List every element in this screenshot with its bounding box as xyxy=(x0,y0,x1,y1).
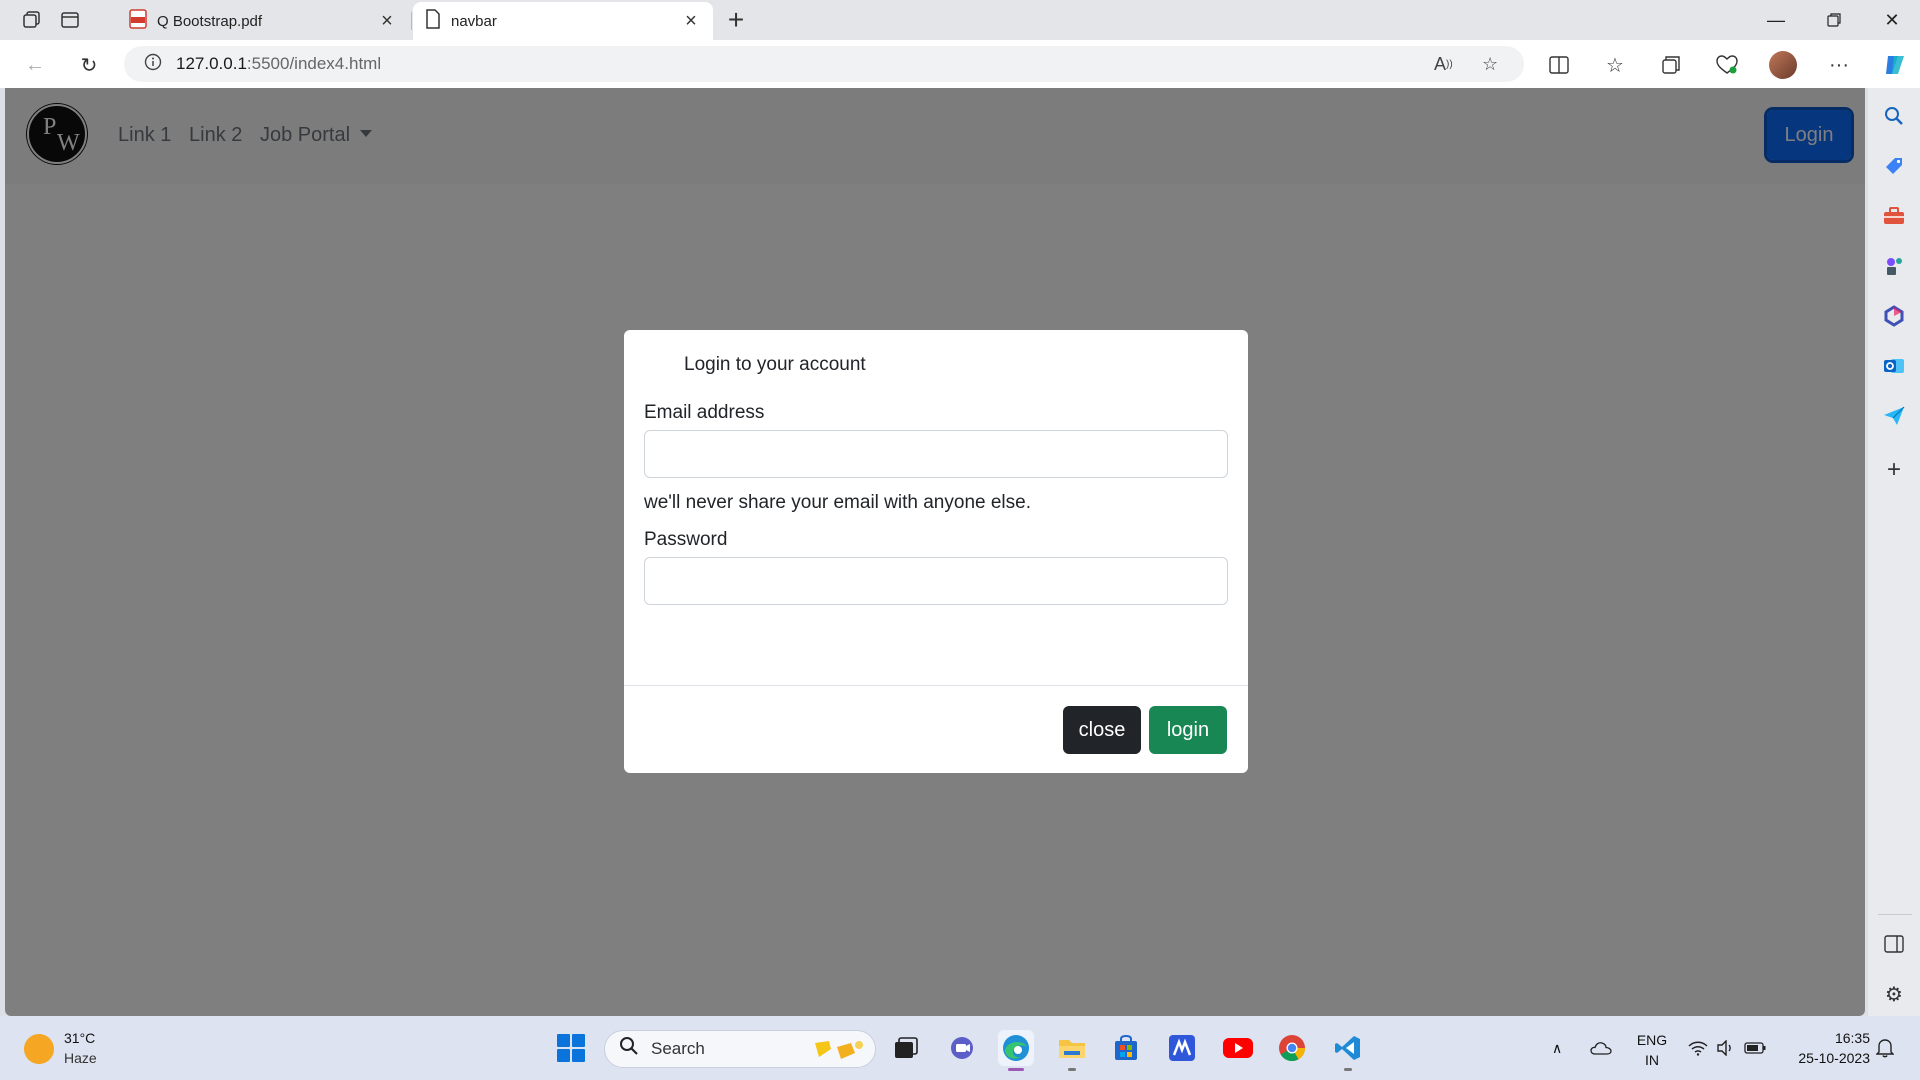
workspaces-icon[interactable] xyxy=(16,6,48,34)
favorite-star-icon[interactable]: ☆ xyxy=(1482,46,1498,82)
address-bar[interactable]: 127.0.0.1:5500/index4.html A)) ☆ xyxy=(124,46,1524,82)
weather-temperature[interactable]: 31°C xyxy=(64,1030,95,1046)
url-path: :5500/index4.html xyxy=(246,54,382,73)
show-hidden-icons-chevron-icon[interactable]: ∧ xyxy=(1552,1016,1562,1080)
onedrive-cloud-icon[interactable] xyxy=(1590,1016,1612,1080)
settings-more-icon[interactable]: ··· xyxy=(1824,50,1854,80)
browser-toolbar: ← ↻ 127.0.0.1:5500/index4.html A)) ☆ ☆ ·… xyxy=(0,40,1920,88)
sidebar-divider xyxy=(1878,914,1912,915)
games-chess-icon[interactable] xyxy=(1880,252,1908,280)
email-field[interactable] xyxy=(644,430,1228,478)
weather-condition[interactable]: Haze xyxy=(64,1050,97,1066)
outlook-icon[interactable] xyxy=(1880,352,1908,380)
vscode-icon[interactable] xyxy=(1330,1030,1366,1071)
page-viewport: P W Link 1 Link 2 Job Portal Login Login… xyxy=(5,88,1865,1016)
file-explorer-icon[interactable] xyxy=(1054,1030,1090,1071)
refresh-icon[interactable]: ↻ xyxy=(74,50,104,80)
read-aloud-icon[interactable]: A)) xyxy=(1434,46,1453,82)
volume-icon[interactable] xyxy=(1716,1016,1734,1080)
pdf-icon xyxy=(129,9,147,33)
windows-start-icon[interactable] xyxy=(553,1030,589,1066)
email-help-text: we'll never share your email with anyone… xyxy=(644,492,1031,513)
password-field[interactable] xyxy=(644,557,1228,605)
taskbar-search[interactable]: Search xyxy=(604,1030,876,1068)
tab-separator xyxy=(411,12,412,30)
tab-bootstrap-pdf[interactable]: Q Bootstrap.pdf × xyxy=(117,2,409,40)
split-screen-icon[interactable] xyxy=(1544,50,1574,80)
login-button[interactable]: login xyxy=(1149,706,1227,754)
clock-time: 16:35 xyxy=(1834,1030,1870,1046)
favorites-icon[interactable]: ☆ xyxy=(1600,50,1630,80)
password-label: Password xyxy=(644,529,728,550)
modal-footer: close login xyxy=(624,685,1248,773)
shopping-tag-icon[interactable] xyxy=(1880,152,1908,180)
app-m-icon[interactable] xyxy=(1164,1030,1200,1066)
tab-navbar[interactable]: navbar × xyxy=(413,2,713,40)
system-clock[interactable]: 16:35 25-10-2023 xyxy=(1780,1028,1870,1068)
sidebar-settings-gear-icon[interactable]: ⚙ xyxy=(1880,980,1908,1008)
close-tab-icon[interactable]: × xyxy=(681,10,701,33)
search-icon xyxy=(619,1036,641,1062)
task-view-icon[interactable] xyxy=(888,1030,924,1066)
browser-essentials-icon[interactable] xyxy=(1712,50,1742,80)
battery-icon[interactable] xyxy=(1744,1016,1766,1080)
search-icon[interactable] xyxy=(1880,102,1908,130)
close-window-icon[interactable]: ✕ xyxy=(1864,0,1920,40)
url-host: 127.0.0.1 xyxy=(176,54,247,73)
microsoft-365-icon[interactable] xyxy=(1880,302,1908,330)
close-tab-icon[interactable]: × xyxy=(377,10,397,33)
browser-tab-strip: Q Bootstrap.pdf × navbar × + — ✕ xyxy=(0,0,1920,40)
info-icon[interactable] xyxy=(144,53,162,76)
tab-actions-icon[interactable] xyxy=(54,6,86,34)
copilot-icon[interactable] xyxy=(1880,50,1910,80)
profile-avatar[interactable] xyxy=(1768,50,1798,80)
email-label: Email address xyxy=(644,402,765,423)
windows-taskbar: 31°C Haze Search ∧ ENG IN 16:35 25-10-20… xyxy=(0,1016,1920,1080)
tab-title: Q Bootstrap.pdf xyxy=(157,12,263,30)
login-modal: Login to your account Email address we'l… xyxy=(624,330,1248,773)
new-tab-button[interactable]: + xyxy=(720,4,752,36)
youtube-icon[interactable] xyxy=(1220,1030,1256,1066)
tools-briefcase-icon[interactable] xyxy=(1880,202,1908,230)
notifications-bell-icon[interactable] xyxy=(1876,1016,1894,1080)
clock-date: 25-10-2023 xyxy=(1798,1050,1870,1066)
weather-haze-icon[interactable] xyxy=(24,1034,54,1064)
restore-icon[interactable] xyxy=(1806,0,1862,40)
sidebar-panel-icon[interactable] xyxy=(1880,930,1908,958)
edge-browser-icon[interactable] xyxy=(998,1030,1034,1071)
close-button[interactable]: close xyxy=(1063,706,1141,754)
wifi-icon[interactable] xyxy=(1688,1016,1708,1080)
chrome-icon[interactable] xyxy=(1274,1030,1310,1066)
page-icon xyxy=(425,9,441,33)
microsoft-store-icon[interactable] xyxy=(1108,1030,1144,1066)
add-icon[interactable]: + xyxy=(1880,456,1908,484)
minimize-icon[interactable]: — xyxy=(1748,0,1804,40)
collections-icon[interactable] xyxy=(1656,50,1686,80)
tab-title: navbar xyxy=(451,12,497,30)
language-region: IN xyxy=(1645,1052,1659,1068)
language-code: ENG xyxy=(1636,1032,1668,1048)
edge-sidebar: + ⚙ xyxy=(1868,88,1920,1016)
search-placeholder: Search xyxy=(651,1039,705,1058)
search-highlight-icon xyxy=(811,1037,869,1068)
teams-meet-icon[interactable] xyxy=(944,1030,980,1066)
back-icon[interactable]: ← xyxy=(20,50,50,80)
send-plane-icon[interactable] xyxy=(1880,402,1908,430)
language-indicator[interactable]: ENG IN xyxy=(1634,1030,1670,1070)
modal-title: Login to your account xyxy=(684,354,866,375)
